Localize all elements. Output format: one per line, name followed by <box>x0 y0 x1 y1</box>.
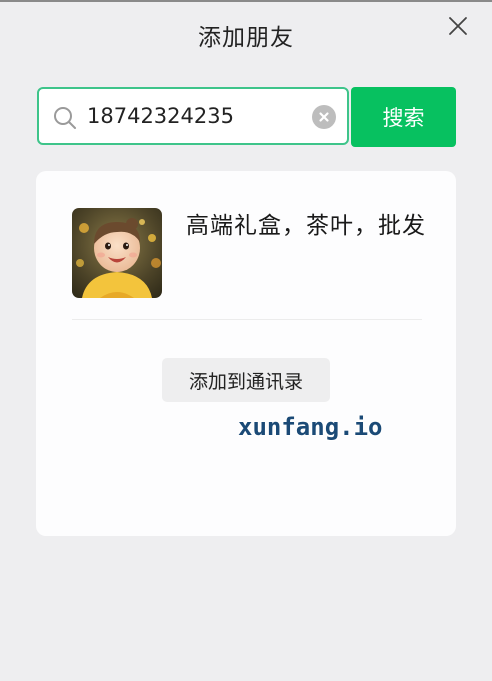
clear-search-button[interactable] <box>312 105 336 129</box>
close-button[interactable] <box>446 14 470 38</box>
dialog-title: 添加朋友 <box>198 25 294 51</box>
search-box <box>37 87 349 145</box>
watermark: xunfang.io <box>238 413 383 441</box>
add-friend-dialog: 添加朋友 搜索 <box>0 0 492 681</box>
divider <box>72 319 422 320</box>
add-to-contacts-button[interactable]: 添加到通讯录 <box>162 358 330 402</box>
contact-name: 高端礼盒，茶叶，批发 <box>186 213 426 239</box>
search-input[interactable] <box>87 99 297 133</box>
search-icon <box>54 107 76 129</box>
close-icon <box>449 17 467 35</box>
search-result-card: 高端礼盒，茶叶，批发 添加到通讯录 xunfang.io <box>36 171 456 536</box>
clear-icon <box>319 112 329 122</box>
child-photo-avatar <box>72 208 162 298</box>
search-button[interactable]: 搜索 <box>351 87 456 147</box>
avatar[interactable] <box>72 208 162 298</box>
